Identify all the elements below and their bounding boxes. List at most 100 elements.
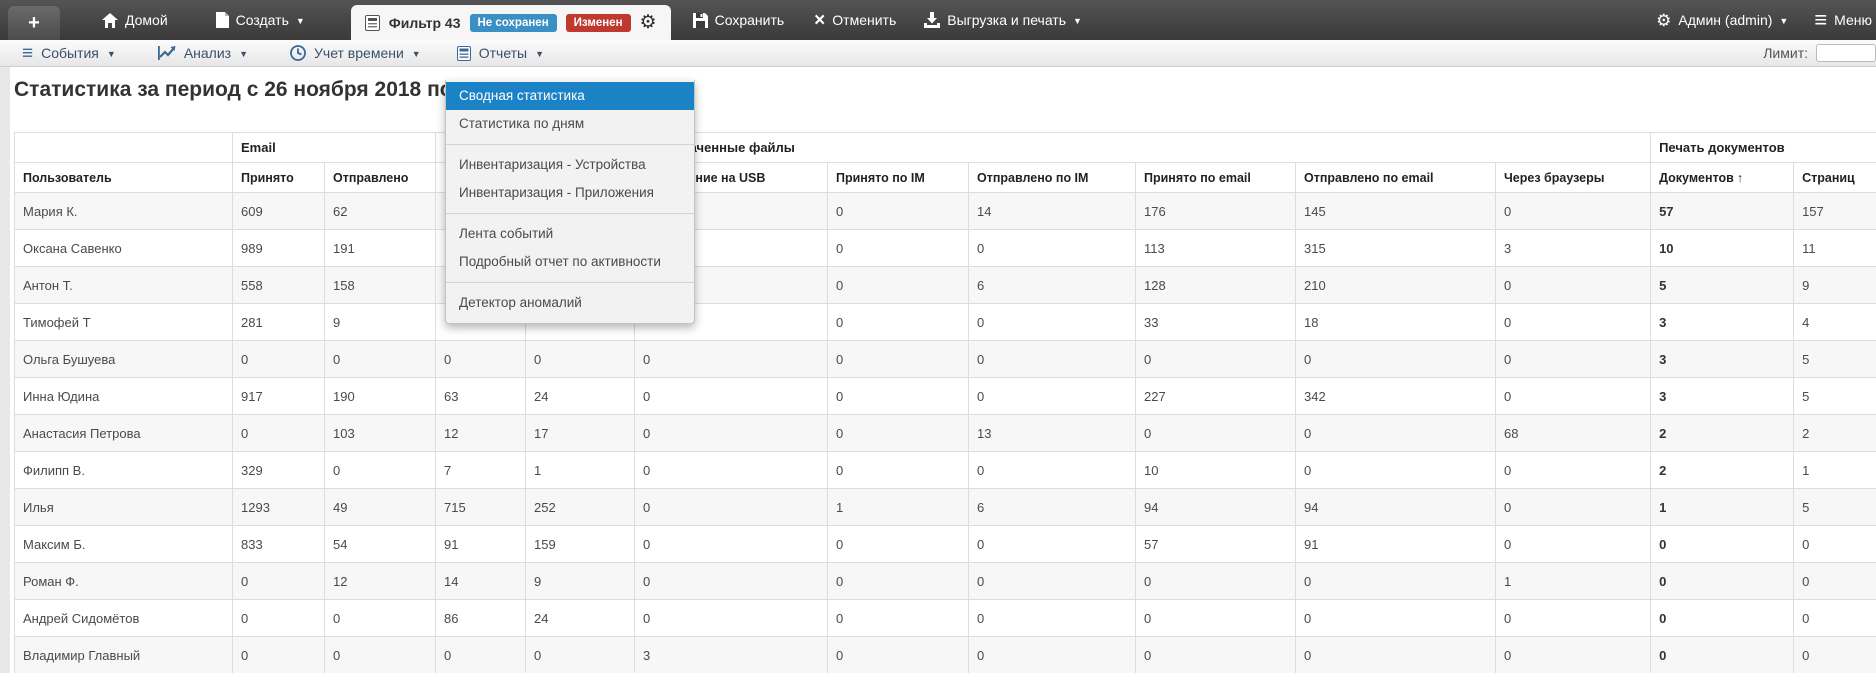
value-cell: 24	[525, 377, 635, 415]
home-button[interactable]: Домой	[102, 12, 168, 28]
value-cell: 0	[1494, 303, 1652, 341]
unsaved-badge: Не сохранен	[469, 13, 557, 32]
new-tab-button[interactable]: +	[8, 6, 60, 40]
nav-time-tracking[interactable]: Учет времени ▼	[290, 45, 421, 61]
dropdown-item[interactable]: Инвентаризация - Устройства	[446, 151, 694, 179]
dropdown-item[interactable]: Детектор аномалий	[446, 289, 694, 317]
column-header[interactable]: Принято по IM	[827, 162, 969, 193]
table-row[interactable]: Андрей Сидомётов 0 0 86 24 0 0 0 0 0 0 0 0	[14, 599, 1876, 637]
value-cell: 91	[1295, 525, 1496, 563]
limit-input[interactable]	[1816, 44, 1876, 62]
value-cell: 86	[435, 599, 526, 637]
dropdown-item[interactable]: Статистика по дням	[446, 110, 694, 138]
value-cell: 227	[1135, 377, 1296, 415]
value-cell: 0	[827, 229, 969, 267]
value-cell: 63	[435, 377, 526, 415]
filter-settings-gear-icon[interactable]: ⚙	[640, 11, 657, 34]
chevron-down-icon: ▼	[239, 49, 248, 59]
value-cell: 5	[1793, 377, 1876, 415]
value-cell: 0	[827, 303, 969, 341]
value-cell: 3	[1650, 340, 1795, 378]
value-cell: 0	[232, 636, 325, 673]
value-cell: 210	[1295, 266, 1496, 304]
column-header[interactable]: Пользователь	[14, 162, 233, 193]
table-row[interactable]: Инна Юдина 917 190 63 24 0 0 0 227 342 0 3 5	[14, 377, 1876, 415]
value-cell: 833	[232, 525, 325, 563]
column-header[interactable]: Принято по email	[1135, 162, 1296, 193]
cancel-button[interactable]: × Отменить	[814, 11, 896, 30]
value-cell: 0	[1135, 340, 1296, 378]
app-window: + Домой Создать ▼ Фильтр 43 Не сохранен …	[0, 0, 1876, 673]
home-label: Домой	[125, 12, 168, 28]
dropdown-item[interactable]: Подробный отчет по активности	[446, 248, 694, 276]
value-cell: 0	[968, 599, 1136, 637]
value-cell: 0	[232, 414, 325, 452]
table-row[interactable]: Тимофей Т 281 9 0 0 33 18 0 3 4	[14, 303, 1876, 341]
nav-analysis[interactable]: Анализ ▼	[157, 45, 248, 61]
table-row[interactable]: Анастасия Петрова 0 103 12 17 0 0 13 0 0 68 2 2	[14, 414, 1876, 452]
value-cell: 7	[435, 451, 526, 489]
chevron-down-icon: ▼	[295, 15, 305, 26]
value-cell: 0	[1650, 599, 1795, 637]
value-cell: 315	[1295, 229, 1496, 267]
new-document-icon	[215, 12, 229, 28]
value-cell: 0	[324, 451, 436, 489]
main-menu-button[interactable]: ≡ Меню	[1814, 9, 1872, 31]
dropdown-item[interactable]: Лента событий	[446, 220, 694, 248]
table-row[interactable]: Ольга Бушуева 0 0 0 0 0 0 0 0 0 0 3 5	[14, 340, 1876, 378]
table-row[interactable]: Владимир Главный 0 0 0 0 3 0 0 0 0 0 0 0	[14, 636, 1876, 673]
value-cell: 715	[435, 488, 526, 526]
column-header[interactable]: Принято	[232, 162, 325, 193]
value-cell: 0	[1793, 525, 1876, 563]
table-row[interactable]: Филипп В. 329 0 7 1 0 0 0 10 0 0 2 1	[14, 451, 1876, 489]
value-cell: 5	[1650, 266, 1795, 304]
value-cell: 57	[1135, 525, 1296, 563]
value-cell: 1	[525, 451, 635, 489]
column-header[interactable]: Страниц	[1793, 162, 1876, 193]
nav-events[interactable]: ≡ События ▼	[22, 44, 116, 63]
filter-tab[interactable]: Фильтр 43 Не сохранен Изменен ⚙	[350, 5, 671, 40]
column-header[interactable]: Отправлено по email	[1295, 162, 1496, 193]
nav-reports[interactable]: Отчеты ▼	[456, 45, 544, 61]
user-gears-icon: ⚙	[1656, 10, 1672, 30]
value-cell: 62	[324, 192, 436, 230]
list-icon: ≡	[22, 42, 34, 64]
value-cell: 6	[968, 266, 1136, 304]
value-cell: 0	[1494, 525, 1652, 563]
user-cell: Роман Ф.	[14, 562, 233, 600]
table-row[interactable]: Илья 1293 49 715 252 0 1 6 94 94 0 1 5	[14, 488, 1876, 526]
user-cell: Илья	[14, 488, 233, 526]
value-cell: 3	[1650, 377, 1795, 415]
value-cell: 0	[634, 599, 828, 637]
user-cell: Филипп В.	[14, 451, 233, 489]
value-cell: 989	[232, 229, 325, 267]
user-cell: Ольга Бушуева	[14, 340, 233, 378]
table-row[interactable]: Роман Ф. 0 12 14 9 0 0 0 0 0 1 0 0	[14, 562, 1876, 600]
export-print-button[interactable]: Выгрузка и печать ▼	[924, 12, 1082, 28]
create-button[interactable]: Создать ▼	[215, 12, 305, 28]
value-cell: 12	[435, 414, 526, 452]
table-row[interactable]: Антон Т. 558 158 0 6 128 210 0 5 9	[14, 266, 1876, 304]
table-row[interactable]: Максим Б. 833 54 91 159 0 0 0 57 91 0 0 0	[14, 525, 1876, 563]
value-cell: 0	[827, 451, 969, 489]
download-icon	[924, 12, 941, 28]
dropdown-item[interactable]: Инвентаризация - Приложения	[446, 179, 694, 207]
value-cell: 0	[1494, 377, 1652, 415]
admin-user-menu[interactable]: ⚙ Админ (admin) ▼	[1656, 12, 1788, 29]
value-cell: 0	[634, 525, 828, 563]
value-cell: 0	[634, 451, 828, 489]
value-cell: 1	[827, 488, 969, 526]
column-header[interactable]: Документов ↑	[1650, 162, 1795, 193]
value-cell: 0	[1494, 488, 1652, 526]
value-cell: 12	[324, 562, 436, 600]
value-cell: 3	[1494, 229, 1652, 267]
value-cell: 0	[634, 562, 828, 600]
save-button[interactable]: Сохранить	[692, 12, 784, 28]
column-header[interactable]: Отправлено	[324, 162, 436, 193]
table-row[interactable]: Мария К. 609 62 0 14 176 145 0 57 157	[14, 192, 1876, 230]
nav-analysis-label: Анализ	[183, 45, 232, 61]
column-header[interactable]: Отправлено по IM	[968, 162, 1136, 193]
column-header[interactable]: Через браузеры	[1494, 162, 1652, 193]
dropdown-item[interactable]: Сводная статистика	[446, 82, 694, 110]
table-row[interactable]: Оксана Савенко 989 191 0 0 113 315 3 10 11	[14, 229, 1876, 267]
